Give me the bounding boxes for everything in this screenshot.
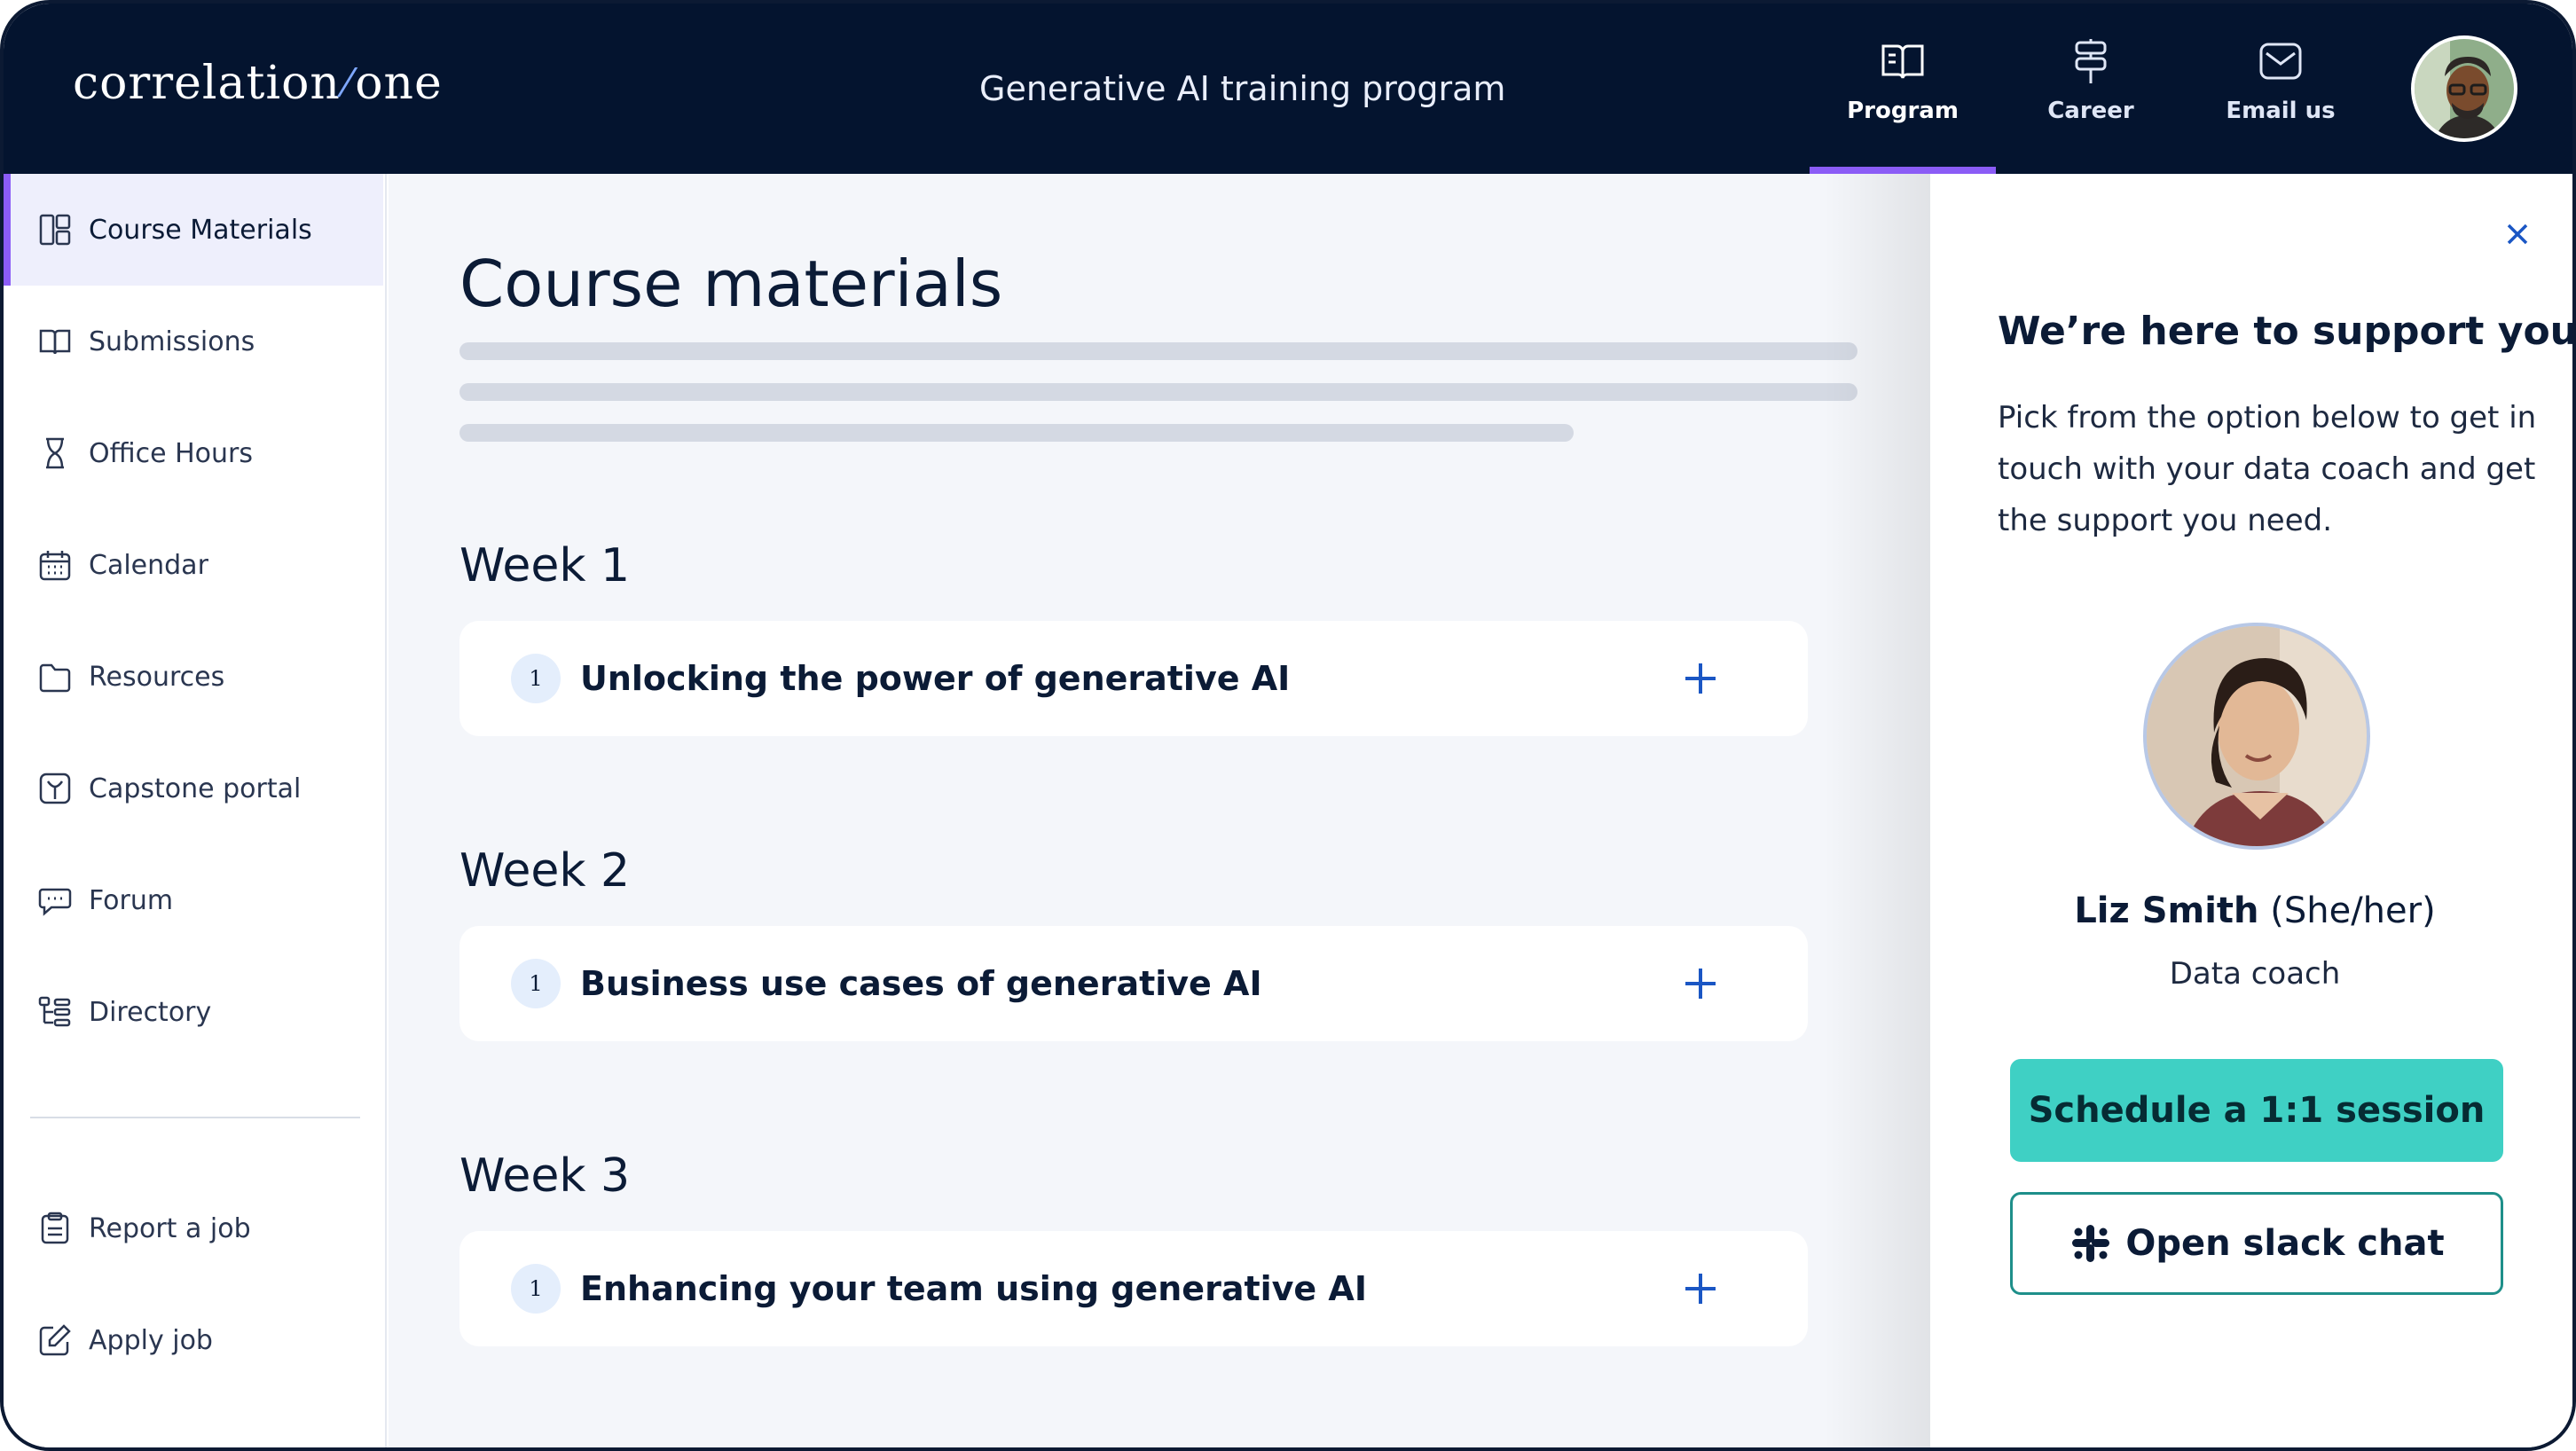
- sidebar-item-label: Calendar: [89, 549, 208, 581]
- signpost-icon: [2075, 39, 2107, 83]
- support-description: Pick from the option below to get in tou…: [1998, 400, 2537, 538]
- app-window: correlation ⁄ one Generative AI training…: [0, 0, 2576, 1451]
- nav-active-indicator: [1810, 167, 1996, 174]
- sidebar-item-label: Apply job: [89, 1324, 213, 1356]
- brand-logo[interactable]: correlation ⁄ one: [73, 57, 443, 110]
- open-slack-chat-label: Open slack chat: [2125, 1223, 2445, 1264]
- sidebar-item-directory[interactable]: Directory: [4, 956, 383, 1068]
- mail-icon: [2259, 43, 2302, 80]
- top-header: correlation ⁄ one Generative AI training…: [4, 4, 2572, 174]
- slack-icon: [2072, 1225, 2110, 1262]
- sidebar-item-course-materials[interactable]: Course Materials: [4, 174, 383, 286]
- module-title: Business use cases of generative AI: [580, 964, 1262, 1003]
- coach-pronouns: (She/her): [2270, 890, 2436, 931]
- sidebar-item-office-hours[interactable]: Office Hours: [4, 397, 383, 509]
- main-content: Course materials Week 1 1 Unlocking the …: [389, 174, 1930, 1447]
- nav-email-label: Email us: [2226, 98, 2336, 124]
- nav-email[interactable]: Email us: [2187, 35, 2374, 174]
- sidebar-item-forum[interactable]: Forum: [4, 844, 383, 956]
- logo-text-right: one: [355, 57, 443, 110]
- sidebar-divider: [30, 1117, 360, 1118]
- expand-plus-icon[interactable]: [1678, 961, 1723, 1006]
- module-title: Unlocking the power of generative AI: [580, 659, 1291, 698]
- sidebar-item-label: Report a job: [89, 1212, 251, 1244]
- book-icon: [39, 329, 71, 355]
- sidebar-item-label: Submissions: [89, 325, 255, 357]
- program-title: Generative AI training program: [979, 69, 1506, 108]
- sidebar-item-label: Course Materials: [89, 214, 312, 246]
- layout-grid-icon: [39, 214, 71, 246]
- skeleton-line: [459, 342, 1857, 360]
- expand-plus-icon[interactable]: [1678, 656, 1723, 701]
- module-number-badge: 1: [511, 959, 561, 1008]
- panel-shadow: [1824, 174, 1930, 1447]
- nav-career[interactable]: Career: [1998, 35, 2184, 174]
- nav-career-label: Career: [2047, 98, 2134, 124]
- user-avatar-image: [2415, 39, 2514, 138]
- close-icon[interactable]: [2498, 215, 2537, 254]
- calendar-icon: [39, 551, 71, 581]
- coach-role: Data coach: [2169, 956, 2341, 992]
- week-1-module-card[interactable]: 1 Unlocking the power of generative AI: [459, 621, 1808, 736]
- sidebar-item-resources[interactable]: Resources: [4, 621, 383, 733]
- hourglass-icon: [46, 437, 64, 469]
- sidebar: Course Materials Submissions Office Hour…: [4, 174, 387, 1447]
- chat-icon: [38, 888, 72, 916]
- module-number-badge: 1: [511, 654, 561, 703]
- skeleton-line: [459, 383, 1857, 401]
- sidebar-item-label: Directory: [89, 996, 212, 1028]
- folder-icon: [39, 663, 71, 693]
- coach-name-line: Liz Smith (She/her): [1930, 890, 2572, 931]
- module-title: Enhancing your team using generative AI: [580, 1269, 1367, 1308]
- nav-program-label: Program: [1847, 98, 1959, 124]
- sidebar-item-submissions[interactable]: Submissions: [4, 286, 383, 397]
- sidebar-item-capstone-portal[interactable]: Capstone portal: [4, 733, 383, 844]
- user-avatar[interactable]: [2411, 35, 2517, 142]
- logo-dots-icon: ⁄: [343, 60, 352, 106]
- week-1-heading: Week 1: [459, 539, 631, 592]
- logo-text-left: correlation: [73, 57, 341, 110]
- capstone-icon: [39, 773, 71, 804]
- sidebar-item-calendar[interactable]: Calendar: [4, 509, 383, 621]
- coach-avatar: [2143, 623, 2370, 850]
- support-title: We’re here to support you: [1998, 309, 2576, 354]
- open-slack-chat-button[interactable]: Open slack chat: [2010, 1192, 2503, 1295]
- book-open-icon: [1881, 44, 1924, 79]
- page-title: Course materials: [459, 247, 1003, 321]
- sidebar-item-label: Forum: [89, 884, 174, 916]
- week-3-heading: Week 3: [459, 1149, 631, 1203]
- skeleton-line: [459, 424, 1574, 442]
- coach-photo-image: [2147, 626, 2367, 846]
- schedule-session-label: Schedule a 1:1 session: [2028, 1090, 2486, 1131]
- sidebar-item-label: Office Hours: [89, 437, 253, 469]
- directory-icon: [38, 996, 71, 1027]
- nav-program[interactable]: Program: [1810, 35, 1996, 174]
- schedule-session-button[interactable]: Schedule a 1:1 session: [2010, 1059, 2503, 1162]
- expand-plus-icon[interactable]: [1678, 1267, 1723, 1311]
- report-icon: [41, 1212, 69, 1244]
- sidebar-item-apply-job[interactable]: Apply job: [4, 1284, 383, 1396]
- edit-icon: [39, 1324, 71, 1356]
- module-number-badge: 1: [511, 1264, 561, 1314]
- coach-name: Liz Smith: [2074, 890, 2259, 931]
- week-2-heading: Week 2: [459, 844, 631, 898]
- sidebar-item-label: Capstone portal: [89, 773, 302, 804]
- sidebar-item-label: Resources: [89, 661, 225, 693]
- week-2-module-card[interactable]: 1 Business use cases of generative AI: [459, 926, 1808, 1041]
- support-panel: We’re here to support you Pick from the …: [1930, 174, 2576, 1447]
- sidebar-item-report-a-job[interactable]: Report a job: [4, 1173, 383, 1284]
- week-3-module-card[interactable]: 1 Enhancing your team using generative A…: [459, 1231, 1808, 1346]
